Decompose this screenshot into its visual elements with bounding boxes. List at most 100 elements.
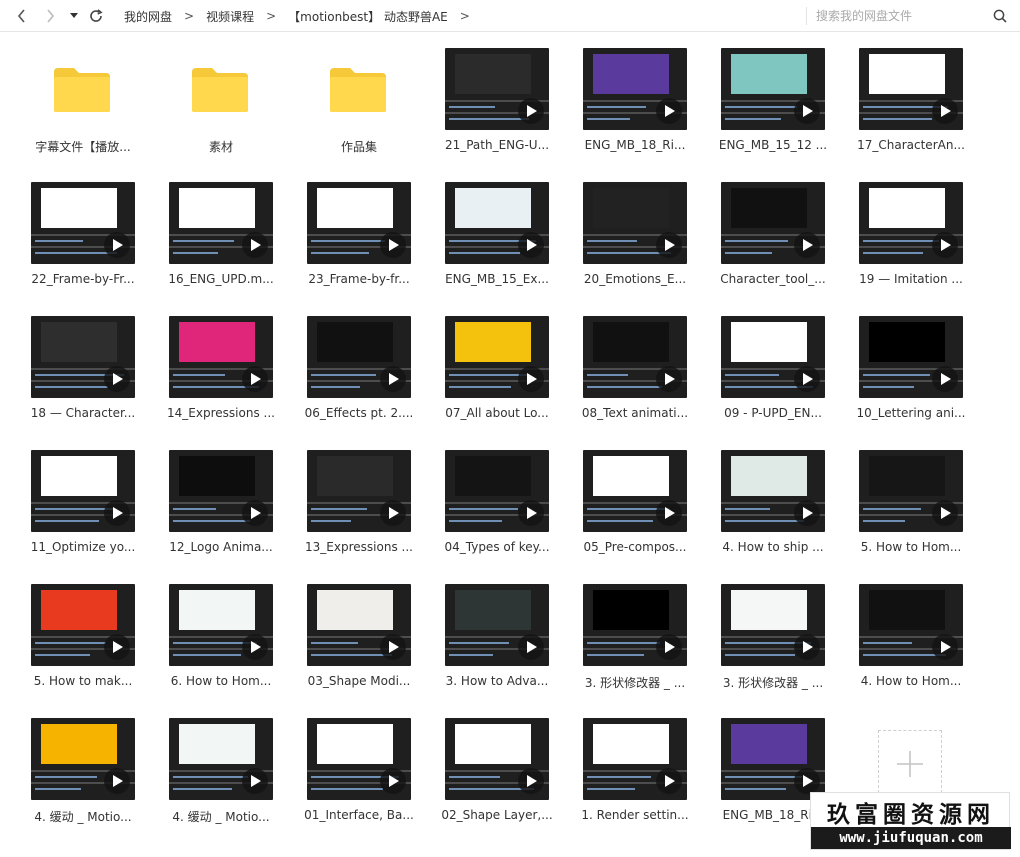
video-item[interactable]: 13_Expressions ...: [298, 446, 436, 580]
file-name[interactable]: 作品集: [298, 138, 420, 155]
file-name[interactable]: 17_CharacterAn...: [850, 138, 972, 152]
play-button[interactable]: [242, 500, 268, 526]
file-name[interactable]: 13_Expressions ...: [298, 540, 420, 554]
video-item[interactable]: 02_Shape Layer,...: [436, 714, 574, 848]
play-button[interactable]: [656, 634, 682, 660]
file-name[interactable]: 02_Shape Layer,...: [436, 808, 558, 822]
video-item[interactable]: 3. 形状修改器 _ ...: [574, 580, 712, 714]
play-button[interactable]: [656, 500, 682, 526]
play-button[interactable]: [242, 634, 268, 660]
video-item[interactable]: 3. 形状修改器 _ ...: [712, 580, 850, 714]
video-item[interactable]: 5. How to Hom...: [850, 446, 988, 580]
breadcrumb-separator[interactable]: >: [460, 9, 470, 23]
file-name[interactable]: 5. How to mak...: [22, 674, 144, 688]
video-item[interactable]: 04_Types of key...: [436, 446, 574, 580]
file-name[interactable]: 21_Path_ENG-U...: [436, 138, 558, 152]
file-name[interactable]: ENG_MB_15_Ex...: [436, 272, 558, 286]
file-name[interactable]: 23_Frame-by-fr...: [298, 272, 420, 286]
video-item[interactable]: 22_Frame-by-Fr...: [22, 178, 160, 312]
file-name[interactable]: 字幕文件【播放...: [22, 138, 144, 155]
video-item[interactable]: 4. 缓动 _ Motio...: [22, 714, 160, 848]
file-name[interactable]: 19 — Imitation ...: [850, 272, 972, 286]
video-item[interactable]: 06_Effects pt. 2....: [298, 312, 436, 446]
video-item[interactable]: 16_ENG_UPD.m...: [160, 178, 298, 312]
play-button[interactable]: [380, 768, 406, 794]
play-button[interactable]: [794, 768, 820, 794]
play-button[interactable]: [380, 366, 406, 392]
play-button[interactable]: [242, 366, 268, 392]
video-item[interactable]: 05_Pre-compos...: [574, 446, 712, 580]
folder-item[interactable]: 素材: [160, 44, 298, 178]
file-name[interactable]: 14_Expressions ...: [160, 406, 282, 420]
video-item[interactable]: 1. Render settin...: [574, 714, 712, 848]
play-button[interactable]: [104, 500, 130, 526]
video-item[interactable]: 09 - P-UPD_EN...: [712, 312, 850, 446]
file-name[interactable]: 3. 形状修改器 _ ...: [574, 674, 696, 691]
file-name[interactable]: 3. 形状修改器 _ ...: [712, 674, 834, 691]
play-button[interactable]: [518, 366, 544, 392]
folder-item[interactable]: 作品集: [298, 44, 436, 178]
play-button[interactable]: [104, 366, 130, 392]
video-item[interactable]: 21_Path_ENG-U...: [436, 44, 574, 178]
file-name[interactable]: 4. How to ship ...: [712, 540, 834, 554]
play-button[interactable]: [242, 232, 268, 258]
video-item[interactable]: 20_Emotions_E...: [574, 178, 712, 312]
play-button[interactable]: [380, 232, 406, 258]
upload-button[interactable]: [878, 730, 942, 798]
search-button[interactable]: [990, 6, 1010, 26]
video-item[interactable]: 4. How to ship ...: [712, 446, 850, 580]
video-item[interactable]: ENG_MB_15_12 ...: [712, 44, 850, 178]
play-button[interactable]: [656, 768, 682, 794]
play-button[interactable]: [518, 232, 544, 258]
play-button[interactable]: [518, 634, 544, 660]
file-name[interactable]: 4. 缓动 _ Motio...: [22, 808, 144, 825]
video-item[interactable]: 5. How to mak...: [22, 580, 160, 714]
play-button[interactable]: [518, 98, 544, 124]
breadcrumb-current-folder[interactable]: 【motionbest】 动态野兽AE: [288, 8, 448, 25]
video-item[interactable]: 01_Interface, Ba...: [298, 714, 436, 848]
play-button[interactable]: [932, 366, 958, 392]
file-name[interactable]: 11_Optimize yo...: [22, 540, 144, 554]
file-name[interactable]: 12_Logo Anima...: [160, 540, 282, 554]
file-name[interactable]: 22_Frame-by-Fr...: [22, 272, 144, 286]
file-name[interactable]: ENG_MB_18_Ri...: [574, 138, 696, 152]
file-name[interactable]: 1. Render settin...: [574, 808, 696, 822]
play-button[interactable]: [932, 500, 958, 526]
breadcrumb-my-disk[interactable]: 我的网盘: [124, 8, 172, 25]
refresh-button[interactable]: [86, 6, 106, 26]
play-button[interactable]: [932, 634, 958, 660]
play-button[interactable]: [518, 768, 544, 794]
play-button[interactable]: [380, 500, 406, 526]
video-item[interactable]: 6. How to Hom...: [160, 580, 298, 714]
file-name[interactable]: Character_tool_...: [712, 272, 834, 286]
folder-item[interactable]: 字幕文件【播放...: [22, 44, 160, 178]
file-name[interactable]: 10_Lettering ani...: [850, 406, 972, 420]
video-item[interactable]: 4. How to Hom...: [850, 580, 988, 714]
forward-button[interactable]: [40, 6, 60, 26]
file-name[interactable]: 09 - P-UPD_EN...: [712, 406, 834, 420]
video-item[interactable]: 3. How to Adva...: [436, 580, 574, 714]
play-button[interactable]: [932, 98, 958, 124]
play-button[interactable]: [656, 98, 682, 124]
file-name[interactable]: 07_All about Lo...: [436, 406, 558, 420]
play-button[interactable]: [794, 98, 820, 124]
play-button[interactable]: [380, 634, 406, 660]
history-dropdown-button[interactable]: [66, 6, 82, 26]
video-item[interactable]: 19 — Imitation ...: [850, 178, 988, 312]
video-item[interactable]: ENG_MB_15_Ex...: [436, 178, 574, 312]
file-name[interactable]: 4. How to Hom...: [850, 674, 972, 688]
video-item[interactable]: ENG_MB_18_Ri...: [574, 44, 712, 178]
file-name[interactable]: 05_Pre-compos...: [574, 540, 696, 554]
play-button[interactable]: [794, 232, 820, 258]
file-name[interactable]: ENG_MB_15_12 ...: [712, 138, 834, 152]
file-name[interactable]: 06_Effects pt. 2....: [298, 406, 420, 420]
play-button[interactable]: [656, 366, 682, 392]
file-name[interactable]: 5. How to Hom...: [850, 540, 972, 554]
file-name[interactable]: 16_ENG_UPD.m...: [160, 272, 282, 286]
play-button[interactable]: [794, 500, 820, 526]
play-button[interactable]: [242, 768, 268, 794]
file-name[interactable]: 6. How to Hom...: [160, 674, 282, 688]
video-item[interactable]: 12_Logo Anima...: [160, 446, 298, 580]
file-name[interactable]: 20_Emotions_E...: [574, 272, 696, 286]
play-button[interactable]: [656, 232, 682, 258]
